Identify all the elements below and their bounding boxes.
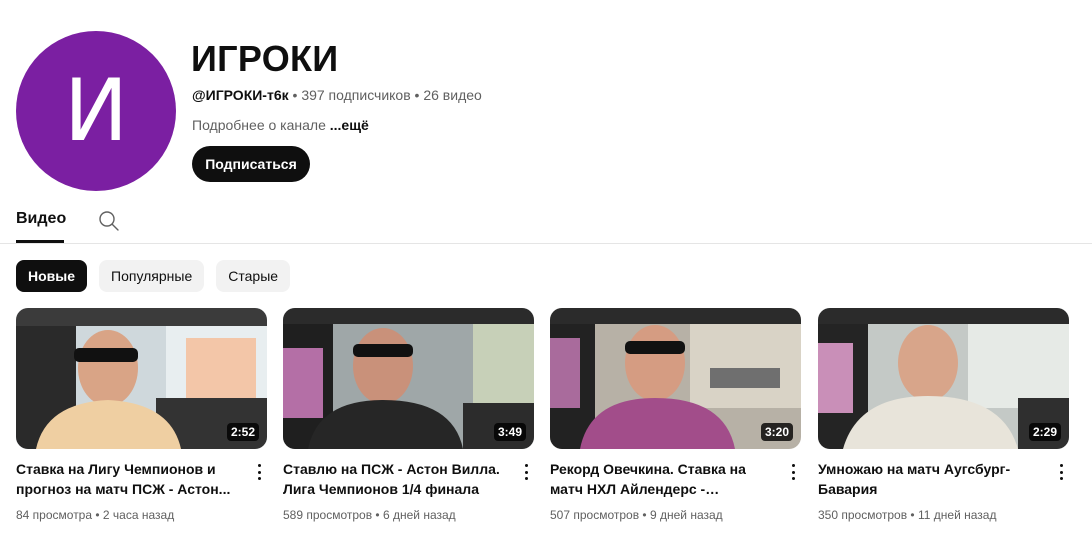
chip-newest[interactable]: Новые bbox=[16, 260, 88, 292]
video-stats: 507 просмотров • 9 дней назад bbox=[550, 508, 723, 522]
video-title[interactable]: Умножаю на матч Аугсбург-Бавария bbox=[818, 459, 1038, 499]
channel-avatar: И bbox=[16, 31, 176, 191]
subscriber-count: 397 подписчиков bbox=[301, 87, 411, 103]
video-title[interactable]: Рекорд Овечкина. Ставка на матч НХЛ Айле… bbox=[550, 459, 770, 499]
video-duration: 3:49 bbox=[493, 423, 526, 441]
sort-chips: Новые Популярные Старые bbox=[16, 260, 291, 292]
channel-tabs: Видео bbox=[0, 200, 1092, 244]
video-duration: 3:20 bbox=[760, 423, 793, 441]
channel-description[interactable]: Подробнее о канале ...ещё bbox=[192, 117, 369, 133]
video-card[interactable]: 2:29 Умножаю на матч Аугсбург-Бавария 35… bbox=[818, 308, 1069, 522]
chip-popular[interactable]: Популярные bbox=[99, 260, 205, 292]
upload-age: 6 дней назад bbox=[382, 508, 456, 522]
more-options-icon[interactable] bbox=[785, 463, 801, 481]
upload-age: 11 дней назад bbox=[917, 508, 997, 522]
subscribe-button[interactable]: Подписаться bbox=[192, 146, 310, 182]
channel-meta: @ИГРОКИ-т6к • 397 подписчиков • 26 видео bbox=[192, 87, 482, 103]
video-thumbnail[interactable]: 3:49 bbox=[283, 308, 534, 449]
chip-oldest[interactable]: Старые bbox=[216, 260, 291, 292]
view-count: 507 просмотров bbox=[550, 508, 640, 522]
search-icon[interactable] bbox=[97, 209, 121, 233]
view-count: 84 просмотра bbox=[16, 508, 93, 522]
meta-separator: • bbox=[288, 87, 302, 103]
video-thumbnail[interactable]: 2:52 bbox=[16, 308, 267, 449]
video-stats: 589 просмотров • 6 дней назад bbox=[283, 508, 456, 522]
upload-age: 2 часа назад bbox=[102, 508, 175, 522]
upload-age: 9 дней назад bbox=[649, 508, 723, 522]
view-count: 589 просмотров bbox=[283, 508, 373, 522]
channel-handle: @ИГРОКИ-т6к bbox=[192, 87, 289, 103]
view-count: 350 просмотров bbox=[818, 508, 908, 522]
video-title[interactable]: Ставлю на ПСЖ - Астон Вилла. Лига Чемпио… bbox=[283, 459, 503, 499]
video-card[interactable]: 3:20 Рекорд Овечкина. Ставка на матч НХЛ… bbox=[550, 308, 801, 522]
video-card[interactable]: 2:52 Ставка на Лигу Чемпионов и прогноз … bbox=[16, 308, 267, 522]
video-thumbnail[interactable]: 3:20 bbox=[550, 308, 801, 449]
video-duration: 2:52 bbox=[226, 423, 259, 441]
meta-separator: • bbox=[410, 87, 424, 103]
video-duration: 2:29 bbox=[1028, 423, 1061, 441]
channel-name: ИГРОКИ bbox=[191, 38, 339, 79]
tab-active-indicator bbox=[16, 240, 64, 243]
video-stats: 84 просмотра • 2 часа назад bbox=[16, 508, 175, 522]
video-title[interactable]: Ставка на Лигу Чемпионов и прогноз на ма… bbox=[16, 459, 236, 499]
more-link[interactable]: ...ещё bbox=[330, 117, 369, 133]
video-stats: 350 просмотров • 11 дней назад bbox=[818, 508, 997, 522]
video-card[interactable]: 3:49 Ставлю на ПСЖ - Астон Вилла. Лига Ч… bbox=[283, 308, 534, 522]
tab-videos[interactable]: Видео bbox=[16, 210, 66, 228]
description-text: Подробнее о канале bbox=[192, 117, 326, 133]
more-options-icon[interactable] bbox=[518, 463, 534, 481]
more-options-icon[interactable] bbox=[1053, 463, 1069, 481]
video-thumbnail[interactable]: 2:29 bbox=[818, 308, 1069, 449]
video-count: 26 видео bbox=[423, 87, 482, 103]
more-options-icon[interactable] bbox=[251, 463, 267, 481]
avatar-letter: И bbox=[63, 61, 129, 161]
